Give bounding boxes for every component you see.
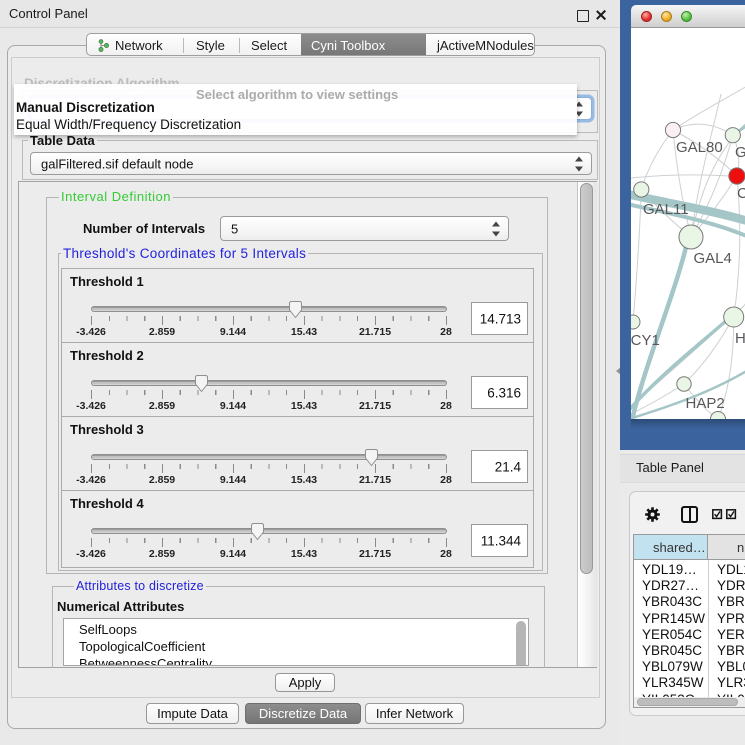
svg-text:GAL11: GAL11 xyxy=(643,201,689,218)
svg-text:H: H xyxy=(735,330,745,347)
svg-text:GAL80: GAL80 xyxy=(676,139,723,156)
svg-text:C: C xyxy=(737,185,745,202)
svg-text:HAP2: HAP2 xyxy=(686,395,725,412)
svg-text:GAL4: GAL4 xyxy=(694,250,732,267)
svg-text:G.: G. xyxy=(735,144,745,161)
svg-text:GCY1: GCY1 xyxy=(631,332,660,349)
